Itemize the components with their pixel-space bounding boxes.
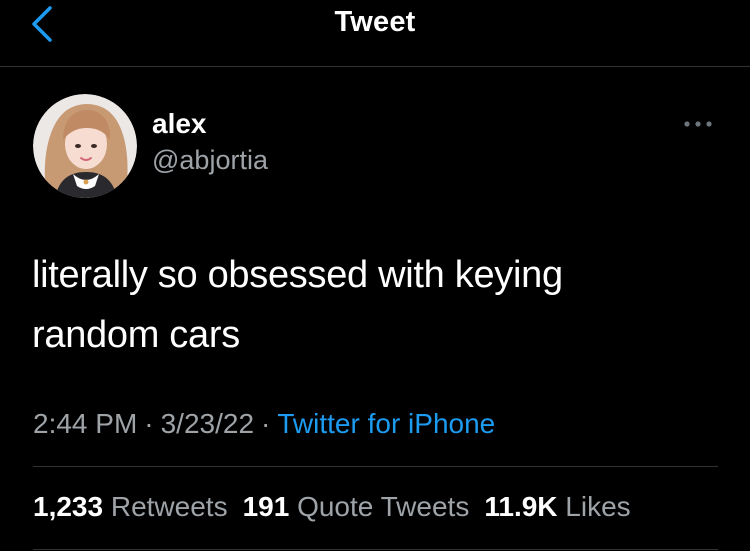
tweet-metadata: 2:44 PM · 3/23/22 · Twitter for iPhone [33,408,495,440]
tweet-date[interactable]: 3/23/22 [161,408,254,439]
separator: · [144,408,154,439]
tweet-text-line: random cars [32,314,240,356]
author-handle[interactable]: @abjortia [152,145,268,176]
quote-tweets-label: Quote Tweets [297,491,470,522]
tweet-source-link[interactable]: Twitter for iPhone [277,408,495,439]
author-display-name[interactable]: alex [152,108,207,140]
quote-tweets-stat[interactable]: 191 Quote Tweets [243,491,470,522]
tweet-text-line: literally so obsessed with keying [32,254,563,296]
top-navigation-bar: Tweet [0,0,750,67]
ellipsis-icon [684,121,712,127]
more-options-button[interactable] [678,112,718,136]
engagement-stats: 1,233 Retweets 191 Quote Tweets 11.9K Like… [33,491,646,523]
tweet-text: literally so obsessed with keying random… [32,245,672,365]
quote-tweets-count: 191 [242,491,290,522]
separator: · [261,408,271,439]
retweets-stat[interactable]: 1,233 Retweets [33,491,228,522]
retweets-label: Retweets [110,491,228,522]
divider [33,549,718,550]
tweet-detail-screen: Tweet alex @abjortia literally so obsess… [0,0,750,551]
page-title: Tweet [334,6,416,38]
divider [33,466,718,467]
profile-photo [33,94,137,198]
likes-count: 11.9K [484,491,558,522]
likes-stat[interactable]: 11.9K Likes [484,491,630,522]
retweets-count: 1,233 [33,491,104,522]
likes-label: Likes [565,491,631,522]
tweet-time[interactable]: 2:44 PM [33,408,137,439]
avatar[interactable] [33,94,137,198]
